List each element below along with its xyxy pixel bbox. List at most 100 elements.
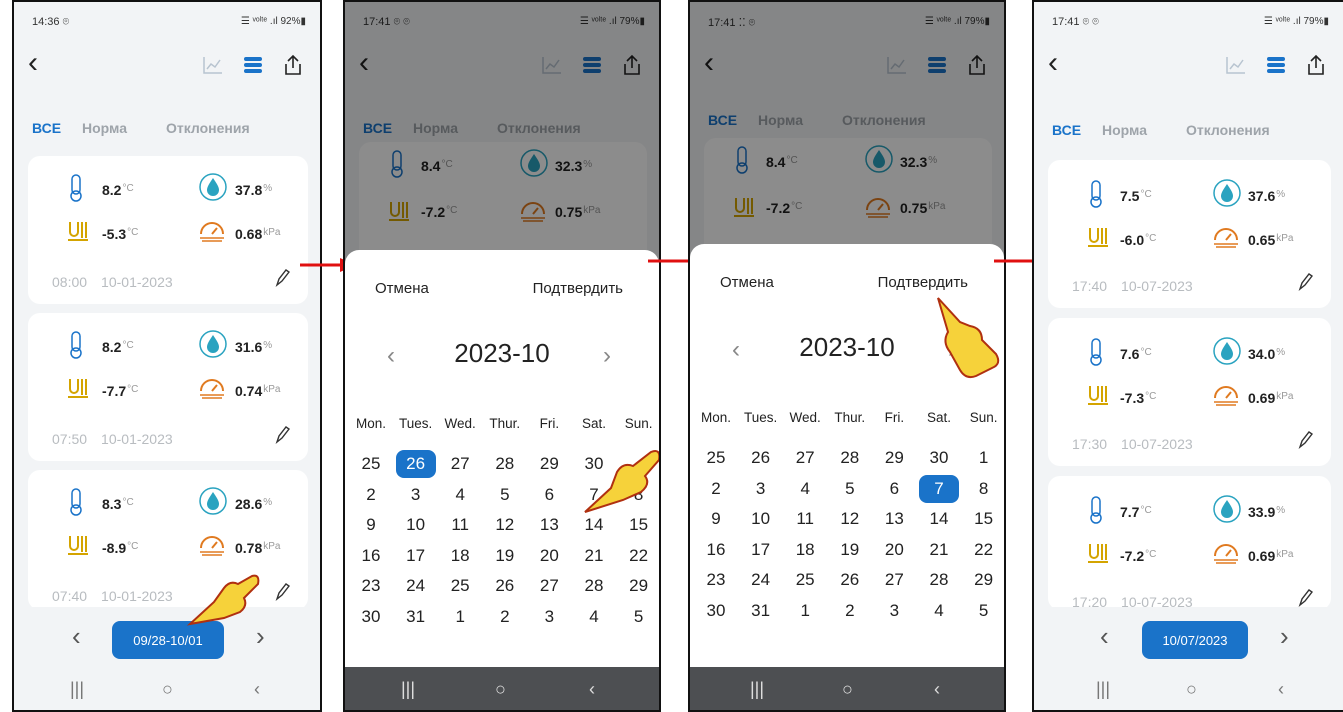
calendar-day[interactable]: 16 [351, 542, 391, 570]
calendar-day[interactable]: 6 [529, 481, 569, 509]
calendar-day[interactable]: 18 [440, 542, 480, 570]
confirm-button[interactable]: Подтвердить [878, 274, 968, 291]
calendar-day[interactable]: 11 [440, 511, 480, 539]
edit-pencil-icon[interactable] [274, 582, 291, 607]
calendar-day[interactable]: 20 [529, 542, 569, 570]
edit-pencil-icon[interactable] [274, 268, 291, 293]
calendar-day[interactable]: 25 [785, 566, 825, 594]
calendar-day[interactable]: 25 [351, 450, 391, 478]
home-button[interactable]: ○ [1186, 679, 1197, 700]
reading-card[interactable]: 7.5°C 37.6% -6.0°C 0.65kPa 17:40 10-07-20… [1048, 160, 1331, 308]
reading-card[interactable]: 7.7°C 33.9% -7.2°C 0.69kPa 17:20 10-07-20… [1048, 476, 1331, 610]
calendar-day[interactable]: 1 [964, 444, 1004, 472]
calendar-day[interactable]: 13 [874, 505, 914, 533]
calendar-day[interactable]: 3 [529, 603, 569, 631]
calendar-day[interactable]: 29 [529, 450, 569, 478]
calendar-day[interactable]: 19 [830, 536, 870, 564]
calendar-day[interactable]: 2 [830, 597, 870, 625]
calendar-day[interactable]: 14 [919, 505, 959, 533]
calendar-day[interactable]: 19 [485, 542, 525, 570]
calendar-day[interactable]: 4 [440, 481, 480, 509]
calendar-day[interactable]: 3 [741, 475, 781, 503]
tab-normal[interactable]: Норма [82, 120, 127, 136]
calendar-day[interactable]: 11 [785, 505, 825, 533]
calendar-day[interactable]: 21 [919, 536, 959, 564]
calendar-day[interactable]: 5 [619, 603, 659, 631]
tab-deviations[interactable]: Отклонения [166, 120, 250, 136]
recent-apps-button[interactable]: ||| [401, 679, 415, 700]
calendar-day[interactable]: 22 [619, 542, 659, 570]
reading-card[interactable]: 8.2°C 37.8% -5.3°C 0.68kPa 08:00 10-01-20… [28, 156, 308, 304]
calendar-day[interactable]: 31 [396, 603, 436, 631]
next-range-button[interactable]: › [1280, 621, 1289, 652]
calendar-day[interactable]: 13 [529, 511, 569, 539]
next-month-button[interactable]: › [603, 342, 611, 370]
calendar-day[interactable]: 4 [574, 603, 614, 631]
calendar-day[interactable]: 28 [919, 566, 959, 594]
calendar-day[interactable]: 5 [830, 475, 870, 503]
tab-all[interactable]: ВСЕ [1052, 122, 1081, 138]
calendar-day[interactable]: 9 [351, 511, 391, 539]
calendar-day[interactable]: 27 [785, 444, 825, 472]
calendar-day[interactable]: 4 [785, 475, 825, 503]
calendar-day[interactable]: 26 [741, 444, 781, 472]
calendar-day[interactable]: 25 [440, 572, 480, 600]
reading-card[interactable]: 8.3°C 28.6% -8.9°C 0.78kPa 07:40 10-01-20… [28, 470, 308, 610]
chart-icon[interactable] [1223, 54, 1249, 76]
calendar-day[interactable]: 16 [696, 536, 736, 564]
calendar-day[interactable]: 6 [874, 475, 914, 503]
calendar-day[interactable]: 18 [785, 536, 825, 564]
calendar-day[interactable]: 10 [396, 511, 436, 539]
home-button[interactable]: ○ [495, 679, 506, 700]
reading-card[interactable]: 8.2°C 31.6% -7.7°C 0.74kPa 07:50 10-01-20… [28, 313, 308, 461]
chart-icon[interactable] [200, 54, 226, 76]
list-icon[interactable] [1263, 54, 1289, 76]
tab-all[interactable]: ВСЕ [32, 120, 61, 136]
calendar-day[interactable]: 26 [830, 566, 870, 594]
confirm-button[interactable]: Подтвердить [533, 280, 623, 297]
cancel-button[interactable]: Отмена [375, 280, 429, 297]
calendar-day[interactable]: 1 [785, 597, 825, 625]
home-button[interactable]: ○ [842, 679, 853, 700]
list-icon[interactable] [240, 54, 266, 76]
tab-deviations[interactable]: Отклонения [1186, 122, 1270, 138]
calendar-day[interactable]: 30 [351, 603, 391, 631]
calendar-day[interactable]: 29 [874, 444, 914, 472]
reading-card[interactable]: 7.6°C 34.0% -7.3°C 0.69kPa 17:30 10-07-20… [1048, 318, 1331, 466]
calendar-day[interactable]: 30 [696, 597, 736, 625]
calendar-day[interactable]: 23 [696, 566, 736, 594]
calendar-day[interactable]: 31 [741, 597, 781, 625]
calendar-day[interactable]: 2 [696, 475, 736, 503]
tab-normal[interactable]: Норма [1102, 122, 1147, 138]
recent-apps-button[interactable]: ||| [70, 679, 84, 700]
calendar-day[interactable]: 4 [919, 597, 959, 625]
calendar-day[interactable]: 25 [696, 444, 736, 472]
calendar-day[interactable]: 5 [964, 597, 1004, 625]
system-back-button[interactable]: ‹ [934, 679, 940, 700]
calendar-day[interactable]: 12 [830, 505, 870, 533]
calendar-day[interactable]: 3 [396, 481, 436, 509]
date-range-button[interactable]: 10/07/2023 [1142, 621, 1248, 659]
share-icon[interactable] [1303, 54, 1329, 76]
calendar-day[interactable]: 24 [396, 572, 436, 600]
system-back-button[interactable]: ‹ [589, 679, 595, 700]
calendar-day[interactable]: 29 [964, 566, 1004, 594]
system-back-button[interactable]: ‹ [1278, 679, 1284, 700]
system-back-button[interactable]: ‹ [254, 679, 260, 700]
prev-range-button[interactable]: ‹ [72, 621, 81, 652]
calendar-day[interactable]: 20 [874, 536, 914, 564]
calendar-day[interactable]: 17 [396, 542, 436, 570]
calendar-day[interactable]: 5 [485, 481, 525, 509]
share-icon[interactable] [280, 54, 306, 76]
calendar-day[interactable]: 17 [741, 536, 781, 564]
calendar-day[interactable]: 2 [351, 481, 391, 509]
calendar-day[interactable]: 8 [964, 475, 1004, 503]
calendar-day[interactable]: 30 [919, 444, 959, 472]
calendar-day[interactable]: 7 [919, 474, 959, 503]
calendar-day[interactable]: 28 [830, 444, 870, 472]
home-button[interactable]: ○ [162, 679, 173, 700]
calendar-day[interactable]: 26 [395, 450, 436, 478]
calendar-day[interactable]: 28 [485, 450, 525, 478]
calendar-day[interactable]: 21 [574, 542, 614, 570]
cancel-button[interactable]: Отмена [720, 274, 774, 291]
